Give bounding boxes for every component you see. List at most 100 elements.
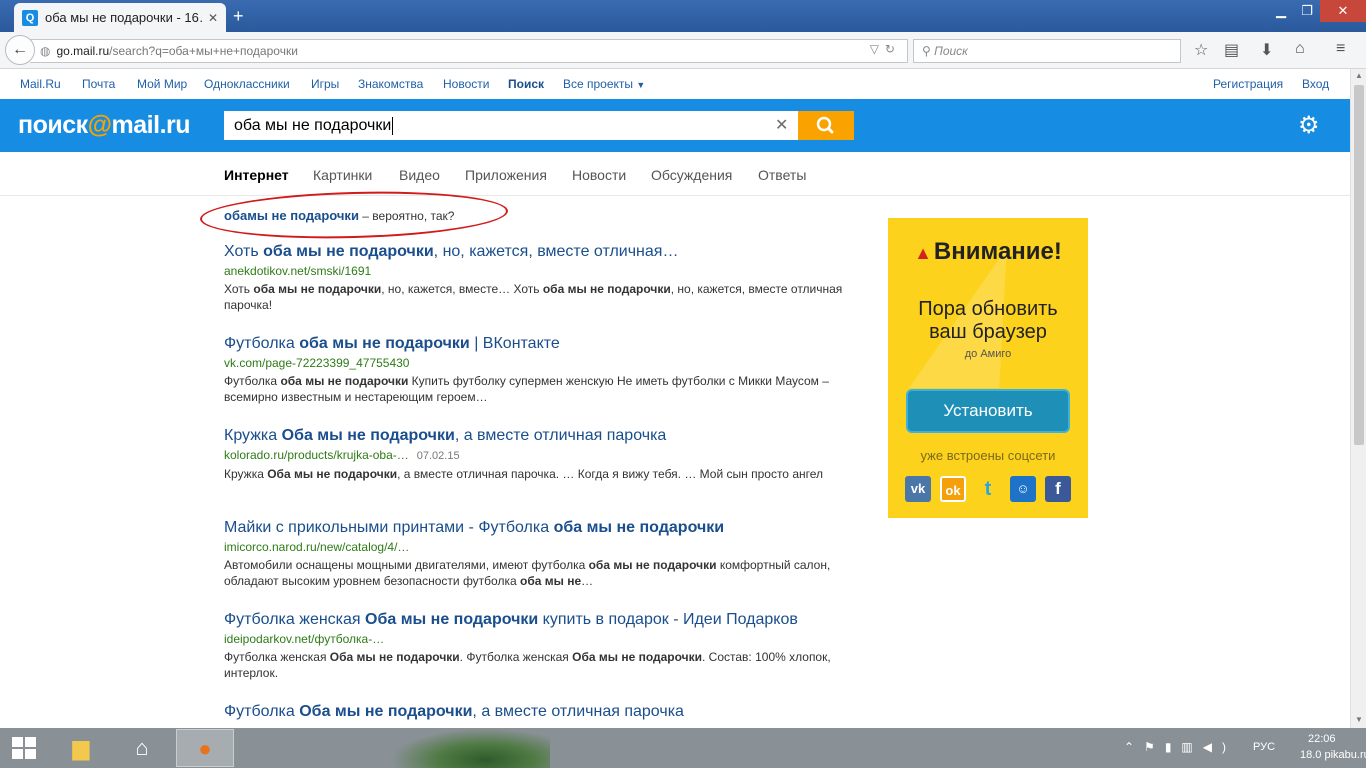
gear-icon[interactable]: ⚙ [1298, 111, 1320, 140]
title-part: | ВКонтакте [469, 335, 560, 352]
result-url[interactable]: kolorado.ru/products/krujka-oba-… 07.02.1… [224, 447, 854, 464]
link-mailru[interactable]: Mail.Ru [20, 77, 61, 91]
tab-images[interactable]: Картинки [313, 167, 372, 183]
title-highlight: Оба мы не подарочки [365, 611, 539, 628]
link-moimir[interactable]: Мой Мир [137, 77, 187, 91]
link-registration[interactable]: Регистрация [1213, 77, 1283, 91]
ad-text-line2: ваш браузер [929, 321, 1047, 343]
vk-icon: vk [905, 476, 931, 502]
snippet-highlight: оба мы не подарочки [253, 282, 382, 296]
url-path: /search?q=оба+мы+не+подарочки [109, 44, 298, 58]
result-snippet: Хоть оба мы не подарочки, но, кажется, в… [224, 281, 854, 313]
search-result: Майки с прикольными принтами - Футболка … [224, 518, 854, 589]
result-url[interactable]: imicorco.narod.ru/new/catalog/4/… [224, 539, 854, 555]
result-url[interactable]: vk.com/page-72223399_47755430 [224, 355, 854, 371]
link-znakomstva[interactable]: Знакомства [358, 77, 423, 91]
link-login[interactable]: Вход [1302, 77, 1329, 91]
clear-icon[interactable]: ✕ [775, 115, 788, 135]
tab-answers[interactable]: Ответы [758, 167, 806, 183]
tab-news[interactable]: Новости [572, 167, 626, 183]
title-part: , а вместе отличная парочка [454, 427, 667, 444]
bookmark-star-icon[interactable]: ☆ [1194, 40, 1208, 60]
system-tray-icons[interactable]: ⌃⚑▮▥◀) [1124, 740, 1236, 754]
vertical-tabs: Интернет Картинки Видео Приложения Новос… [0, 152, 1350, 196]
file-explorer-icon[interactable]: ▆ [57, 729, 105, 767]
scroll-up-icon[interactable]: ▲ [1355, 71, 1363, 80]
amigo-ad-banner[interactable]: ▲Внимание! Пора обновить ваш браузер до … [888, 218, 1088, 518]
browser-tab[interactable]: Q оба мы не подарочки - 16… ✕ [14, 3, 226, 32]
globe-icon: ◍ [40, 44, 51, 58]
new-tab-button[interactable]: + [233, 6, 244, 26]
minimize-button[interactable]: ▁ [1268, 0, 1294, 22]
title-part: , но, кажется, вместе отличная… [433, 243, 679, 260]
clock-time[interactable]: 22:06 [1308, 733, 1336, 745]
snippet-part: Футболка [224, 374, 281, 388]
snippet-highlight: оба мы не подарочки [588, 558, 717, 572]
clock-date[interactable]: 18.0 pikabu.ru [1300, 749, 1366, 761]
firefox-icon[interactable]: ● [176, 729, 234, 767]
result-title-link[interactable]: Кружка Оба мы не подарочки, а вместе отл… [224, 426, 854, 446]
logo[interactable]: поиск@mail.ru [18, 111, 191, 140]
page-scrollbar[interactable]: ▲ ▼ [1350, 69, 1366, 728]
result-title-link[interactable]: Футболка Оба мы не подарочки, а вместе о… [224, 702, 854, 722]
snippet-part: , но, кажется, вместе… Хоть [381, 282, 543, 296]
window-close-button[interactable]: ✕ [1320, 0, 1366, 22]
url-text: anekdotikov.net/smski/1691 [224, 264, 372, 278]
search-input[interactable]: оба мы не подарочки [224, 111, 798, 140]
title-highlight: Оба мы не подарочки [281, 427, 455, 444]
logo-left: поиск [18, 111, 88, 139]
result-title-link[interactable]: Футболка женская Оба мы не подарочки куп… [224, 610, 854, 630]
snippet-highlight: Оба мы не подарочки [572, 650, 703, 664]
tab-discussions[interactable]: Обсуждения [651, 167, 732, 183]
link-poisk[interactable]: Поиск [508, 77, 544, 91]
menu-icon[interactable]: ≡ [1336, 40, 1345, 58]
browser-search-input[interactable]: ⚲ Поиск [913, 39, 1181, 63]
search-button[interactable] [798, 111, 854, 140]
snippet-highlight: Оба мы не подарочки [329, 650, 460, 664]
tab-video[interactable]: Видео [399, 167, 440, 183]
link-odnoklassniki[interactable]: Одноклассники [204, 77, 290, 91]
snippet-part: Хоть [224, 282, 254, 296]
close-icon[interactable]: ✕ [208, 11, 218, 25]
home-app-icon[interactable]: ⌂ [118, 729, 166, 767]
clock-date-text: 18.0 [1300, 749, 1322, 761]
title-part: Футболка женская [224, 611, 366, 628]
link-pochta[interactable]: Почта [82, 77, 115, 91]
result-title-link[interactable]: Майки с прикольными принтами - Футболка … [224, 518, 854, 538]
result-title-link[interactable]: Хоть оба мы не подарочки, но, кажется, в… [224, 242, 854, 262]
warning-icon: ▲ [914, 243, 932, 263]
mailru-search-icon: Q [22, 9, 38, 26]
windows-taskbar: ▆ ⌂ ● ⌃⚑▮▥◀) РУС 22:06 18.0 pikabu.ru [0, 728, 1366, 768]
search-result: Футболка оба мы не подарочки | ВКонтакте… [224, 334, 854, 405]
download-icon[interactable]: ⬇ [1260, 40, 1273, 60]
language-indicator[interactable]: РУС [1253, 741, 1275, 753]
result-snippet: Кружка Оба мы не подарочки, а вместе отл… [224, 466, 854, 482]
home-icon[interactable]: ⌂ [1295, 40, 1305, 58]
snippet-part: Автомобили оснащены мощными двигателями,… [224, 558, 589, 572]
link-igry[interactable]: Игры [311, 77, 339, 91]
logo-at: @ [87, 111, 112, 139]
scroll-thumb[interactable] [1354, 85, 1364, 445]
magnifier-icon [816, 116, 834, 134]
scroll-down-icon[interactable]: ▼ [1355, 715, 1363, 724]
result-url[interactable]: anekdotikov.net/smski/1691 [224, 263, 854, 279]
url-text: imicorco.narod.ru/new/catalog/4/… [224, 540, 410, 554]
portal-nav: Mail.Ru Почта Мой Мир Одноклассники Игры… [0, 69, 1350, 99]
address-bar[interactable]: ◍ go.mail.ru/search?q=оба+мы+не+подарочк… [30, 39, 908, 63]
install-button[interactable]: Установить [906, 389, 1070, 433]
result-date: 07.02.15 [416, 450, 460, 462]
result-url[interactable]: ideipodarkov.net/футболка-… [224, 631, 854, 647]
link-all-projects[interactable]: Все проекты ▼ [563, 77, 645, 91]
back-button[interactable]: ← [5, 35, 35, 65]
tab-internet[interactable]: Интернет [224, 167, 289, 183]
result-title-link[interactable]: Футболка оба мы не подарочки | ВКонтакте [224, 334, 854, 354]
reload-icon[interactable]: ▽↻ [870, 42, 901, 56]
tab-apps[interactable]: Приложения [465, 167, 547, 183]
title-part: , а вместе отличная парочка [472, 703, 684, 720]
ad-title: ▲Внимание! [888, 238, 1088, 266]
link-novosti[interactable]: Новости [443, 77, 489, 91]
snippet-highlight: оба мы не подарочки [280, 374, 409, 388]
bookmarks-list-icon[interactable]: ▤ [1224, 40, 1239, 60]
maximize-button[interactable]: ❐ [1294, 0, 1320, 22]
windows-start-icon[interactable] [12, 737, 38, 759]
